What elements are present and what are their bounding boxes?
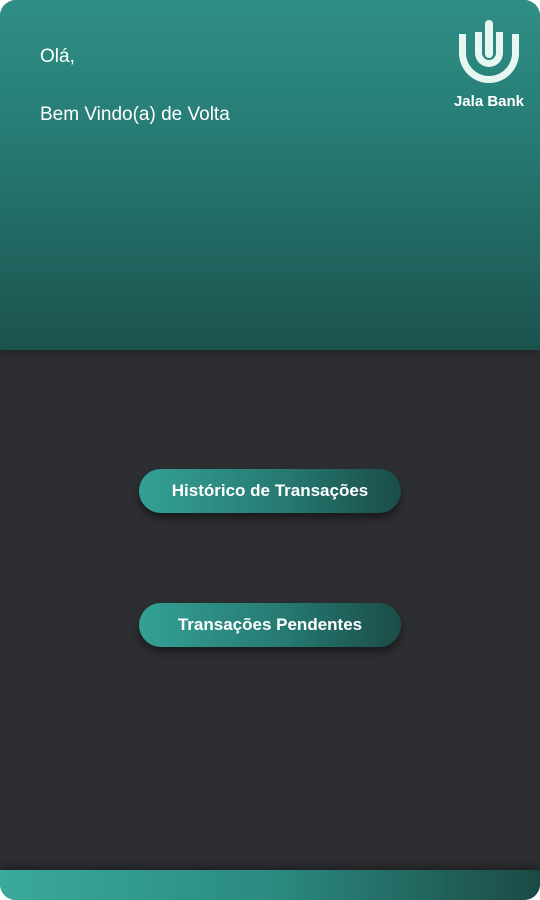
app-screen: Olá, Bem Vindo(a) de Volta Jala Bank His…: [0, 0, 540, 900]
transaction-history-button[interactable]: Histórico de Transações: [139, 469, 401, 513]
pending-transactions-button[interactable]: Transações Pendentes: [139, 603, 401, 647]
welcome-back-text: Bem Vindo(a) de Volta: [40, 104, 230, 125]
brand-name: Jala Bank: [453, 93, 525, 110]
jala-bank-logo-icon: [459, 20, 519, 83]
greeting-text: Olá,: [40, 46, 75, 67]
welcome-header: Olá, Bem Vindo(a) de Volta Jala Bank: [0, 0, 540, 350]
main-actions: Histórico de Transações Transações Pende…: [0, 350, 540, 870]
footer-bar: [0, 870, 540, 900]
brand-logo: Jala Bank: [446, 20, 532, 112]
